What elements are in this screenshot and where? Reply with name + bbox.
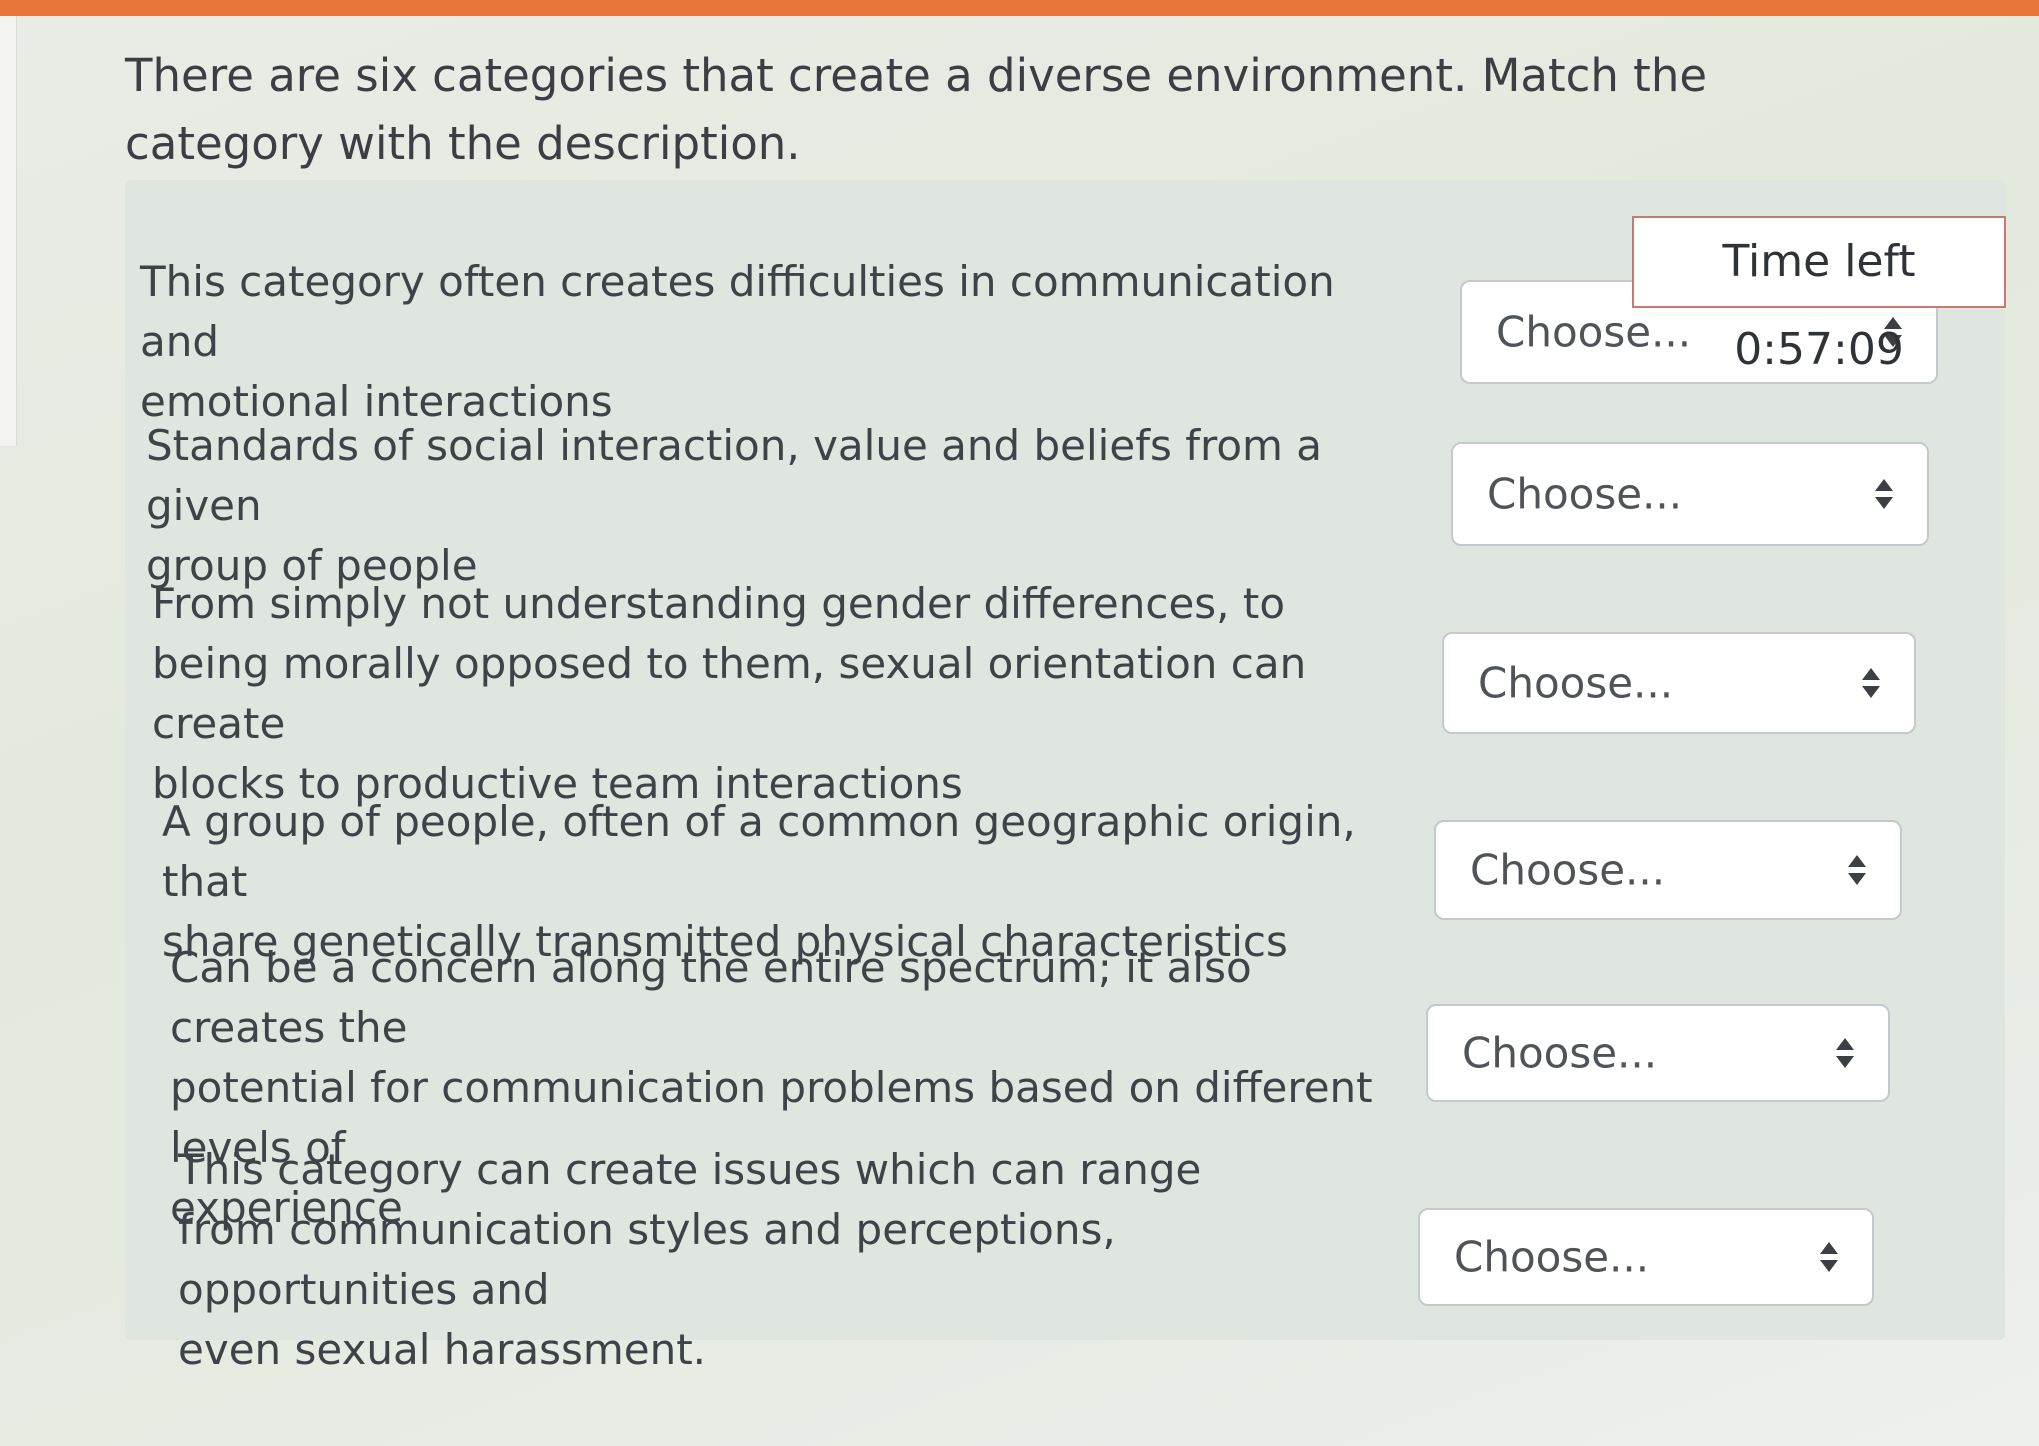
updown-caret-icon [1836, 1038, 1854, 1068]
left-sidebar-edge [0, 16, 17, 446]
match-select-2[interactable]: Choose... [1451, 442, 1929, 546]
description-line: being morally opposed to them, sexual or… [152, 639, 1307, 748]
select-value: Choose... [1470, 845, 1666, 895]
description-line: From simply not understanding gender dif… [152, 579, 1286, 628]
match-description-1: This category often creates difficulties… [140, 252, 1340, 432]
description-line: Standards of social interaction, value a… [146, 421, 1323, 530]
timer-display: Time left 0:57:09 [1632, 216, 2006, 375]
match-select-3[interactable]: Choose... [1442, 632, 1916, 734]
select-value: Choose... [1478, 658, 1674, 708]
select-value: Choose... [1496, 307, 1692, 357]
updown-caret-icon [1820, 1242, 1838, 1272]
select-value: Choose... [1454, 1232, 1650, 1282]
question-prompt: There are six categories that create a d… [125, 49, 1708, 170]
match-select-5[interactable]: Choose... [1426, 1004, 1890, 1102]
updown-caret-icon [1862, 668, 1880, 698]
description-line: This category often creates difficulties… [140, 257, 1335, 366]
match-description-3: From simply not understanding gender dif… [152, 574, 1352, 814]
description-line: Can be a concern along the entire spectr… [170, 943, 1252, 1052]
top-accent-strip [0, 0, 2039, 16]
match-description-2: Standards of social interaction, value a… [146, 416, 1346, 596]
description-line: even sexual harassment. [178, 1325, 707, 1374]
select-value: Choose... [1462, 1028, 1658, 1078]
match-select-4[interactable]: Choose... [1434, 820, 1902, 920]
description-line: from communication styles and perception… [178, 1205, 1116, 1314]
updown-caret-icon [1848, 855, 1866, 885]
updown-caret-icon [1875, 479, 1893, 509]
description-line: A group of people, often of a common geo… [162, 797, 1356, 906]
match-description-6: This category can create issues which ca… [178, 1140, 1378, 1380]
select-value: Choose... [1487, 469, 1683, 519]
match-select-6[interactable]: Choose... [1418, 1208, 1874, 1306]
description-line: This category can create issues which ca… [178, 1145, 1202, 1194]
